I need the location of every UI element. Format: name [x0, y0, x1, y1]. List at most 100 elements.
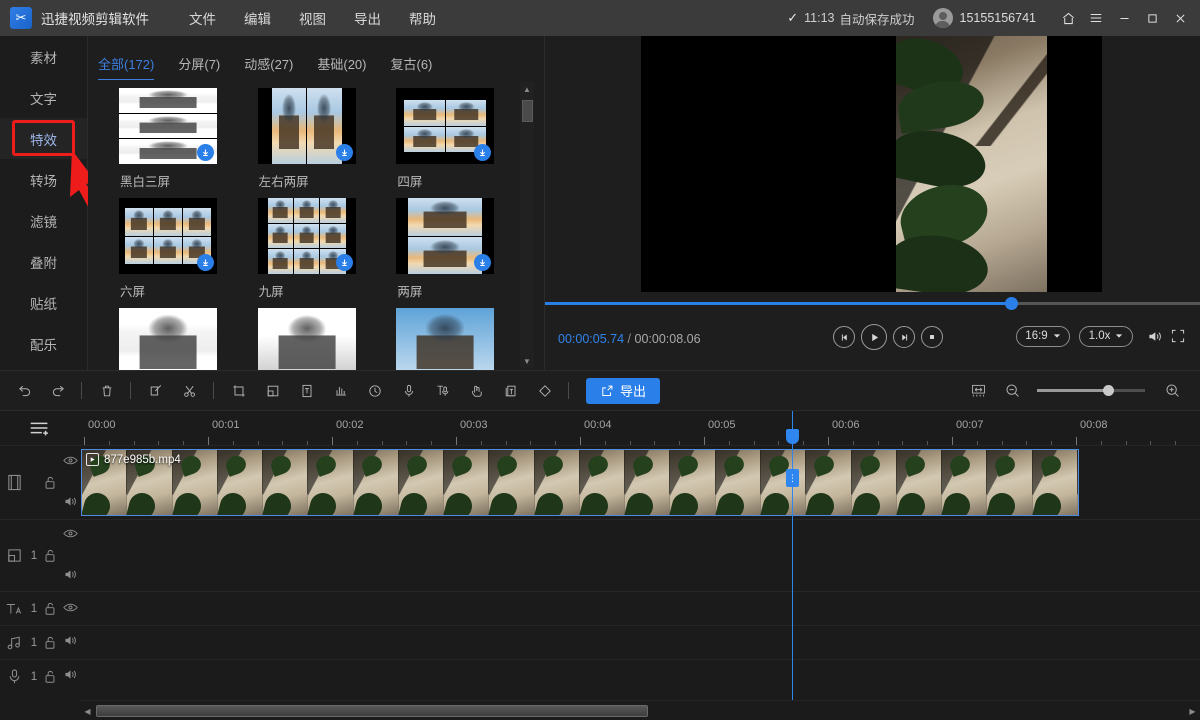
timeline-row-video[interactable]: 877e985b.mp4 [80, 445, 1200, 519]
microphone-icon[interactable] [393, 375, 425, 407]
step-backward-icon[interactable] [833, 326, 855, 348]
effect-card-six-split[interactable]: 六屏 [112, 190, 251, 300]
add-track-icon[interactable] [0, 411, 80, 445]
download-icon[interactable] [474, 144, 491, 161]
menu-item-file[interactable]: 文件 [175, 2, 230, 34]
timeline-row-music[interactable] [80, 625, 1200, 659]
account-name[interactable]: 15155156741 [960, 11, 1036, 25]
preview-progress-bar[interactable] [545, 292, 1200, 314]
download-icon[interactable] [197, 254, 214, 271]
picture-in-picture-icon[interactable] [257, 375, 289, 407]
unlock-icon[interactable] [40, 669, 60, 685]
download-icon[interactable] [336, 254, 353, 271]
sidebar-item-music[interactable]: 配乐 [0, 323, 87, 364]
crop-icon[interactable] [223, 375, 255, 407]
duplicate-icon[interactable] [495, 375, 527, 407]
export-button[interactable]: 导出 [586, 378, 660, 404]
timeline-ruler[interactable]: 00:0000:0100:0200:0300:0400:0500:0600:07… [80, 419, 1200, 445]
chevron-left-icon[interactable]: ◀ [81, 704, 94, 718]
zoom-in-icon[interactable] [1156, 375, 1188, 407]
edit-icon[interactable] [140, 375, 172, 407]
stop-button[interactable] [921, 326, 943, 348]
unlock-icon[interactable] [40, 548, 60, 564]
clock-icon[interactable] [359, 375, 391, 407]
speaker-icon[interactable] [63, 495, 78, 513]
sidebar-item-text[interactable]: 文字 [0, 77, 87, 118]
eye-icon[interactable] [63, 600, 78, 618]
effect-card-four-split[interactable]: 四屏 [389, 80, 528, 190]
effect-card-partial[interactable] [389, 300, 528, 370]
speaker-icon[interactable] [63, 634, 78, 652]
tab-basic[interactable]: 基础(20) [317, 54, 366, 80]
minimize-icon[interactable] [1110, 0, 1138, 36]
undo-icon[interactable] [8, 375, 40, 407]
menu-item-edit[interactable]: 编辑 [230, 2, 285, 34]
track-header-text[interactable]: 1 [0, 591, 80, 625]
download-icon[interactable] [197, 144, 214, 161]
track-header-music[interactable]: 1 [0, 625, 80, 659]
tab-all[interactable]: 全部(172) [98, 54, 154, 80]
sidebar-item-effects[interactable]: 特效 [0, 118, 87, 159]
timeline-horizontal-scrollbar[interactable]: ◀ ▶ [80, 700, 1200, 720]
redo-icon[interactable] [42, 375, 74, 407]
step-forward-icon[interactable] [893, 326, 915, 348]
progress-handle[interactable] [1005, 297, 1018, 310]
tab-dynamic[interactable]: 动感(27) [244, 54, 293, 80]
sidebar-item-overlay[interactable]: 叠附 [0, 241, 87, 282]
zoom-out-icon[interactable] [996, 375, 1028, 407]
chevron-up-icon[interactable]: ▲ [520, 82, 534, 96]
diamond-icon[interactable] [529, 375, 561, 407]
effects-scrollbar[interactable]: ▲ ▼ [520, 82, 534, 368]
hand-icon[interactable] [461, 375, 493, 407]
menu-item-help[interactable]: 帮助 [395, 2, 450, 34]
eye-icon[interactable] [63, 526, 78, 544]
fullscreen-icon[interactable] [1166, 324, 1190, 348]
speaker-icon[interactable] [63, 568, 78, 586]
timeline-row-text[interactable] [80, 591, 1200, 625]
sidebar-item-transition[interactable]: 转场 [0, 159, 87, 200]
unlock-icon[interactable] [40, 601, 60, 617]
volume-icon[interactable] [1142, 324, 1166, 348]
menu-item-view[interactable]: 视图 [285, 2, 340, 34]
playhead-grip[interactable]: ⋮ [786, 469, 799, 487]
effect-card-partial[interactable] [251, 300, 390, 370]
sidebar-item-material[interactable]: 素材 [0, 36, 87, 77]
timeline-row-voice[interactable] [80, 659, 1200, 693]
track-header-overlay[interactable]: 1 [0, 519, 80, 591]
trash-icon[interactable] [91, 375, 123, 407]
download-icon[interactable] [474, 254, 491, 271]
chevron-down-icon[interactable]: ▼ [520, 354, 534, 368]
eye-icon[interactable] [63, 453, 78, 471]
tab-retro[interactable]: 复古(6) [391, 54, 433, 80]
playback-speed-dropdown[interactable]: 1.0x [1079, 326, 1133, 347]
effect-card-two-split-vertical[interactable]: 两屏 [389, 190, 528, 300]
video-clip[interactable]: 877e985b.mp4 [81, 449, 1079, 516]
close-icon[interactable] [1166, 0, 1194, 36]
playhead-handle[interactable] [786, 429, 799, 444]
fit-to-window-icon[interactable] [962, 375, 994, 407]
scrollbar-thumb[interactable] [522, 100, 533, 122]
zoom-slider-handle[interactable] [1103, 385, 1114, 396]
chevron-right-icon[interactable]: ▶ [1186, 704, 1199, 718]
scissors-icon[interactable] [174, 375, 206, 407]
scrollbar-thumb[interactable] [96, 705, 648, 717]
timeline-row-overlay[interactable] [80, 519, 1200, 591]
download-icon[interactable] [336, 144, 353, 161]
track-header-video[interactable] [0, 445, 80, 519]
speaker-icon[interactable] [63, 668, 78, 686]
zoom-slider[interactable] [1037, 389, 1145, 392]
home-icon[interactable] [1054, 0, 1082, 36]
effect-card-bw-three-split[interactable]: 黑白三屏 [112, 80, 251, 190]
maximize-icon[interactable] [1138, 0, 1166, 36]
text-frame-icon[interactable] [291, 375, 323, 407]
unlock-icon[interactable] [40, 635, 60, 651]
sidebar-item-sticker[interactable]: 贴纸 [0, 282, 87, 323]
play-button[interactable] [861, 324, 887, 350]
tab-split[interactable]: 分屏(7) [178, 54, 220, 80]
effect-card-two-split-horizontal[interactable]: 左右两屏 [251, 80, 390, 190]
playhead[interactable]: ⋮ [792, 411, 793, 700]
menu-item-export[interactable]: 导出 [340, 2, 395, 34]
track-header-voice[interactable]: 1 [0, 659, 80, 693]
unlock-icon[interactable] [40, 475, 60, 491]
audio-wave-icon[interactable] [325, 375, 357, 407]
